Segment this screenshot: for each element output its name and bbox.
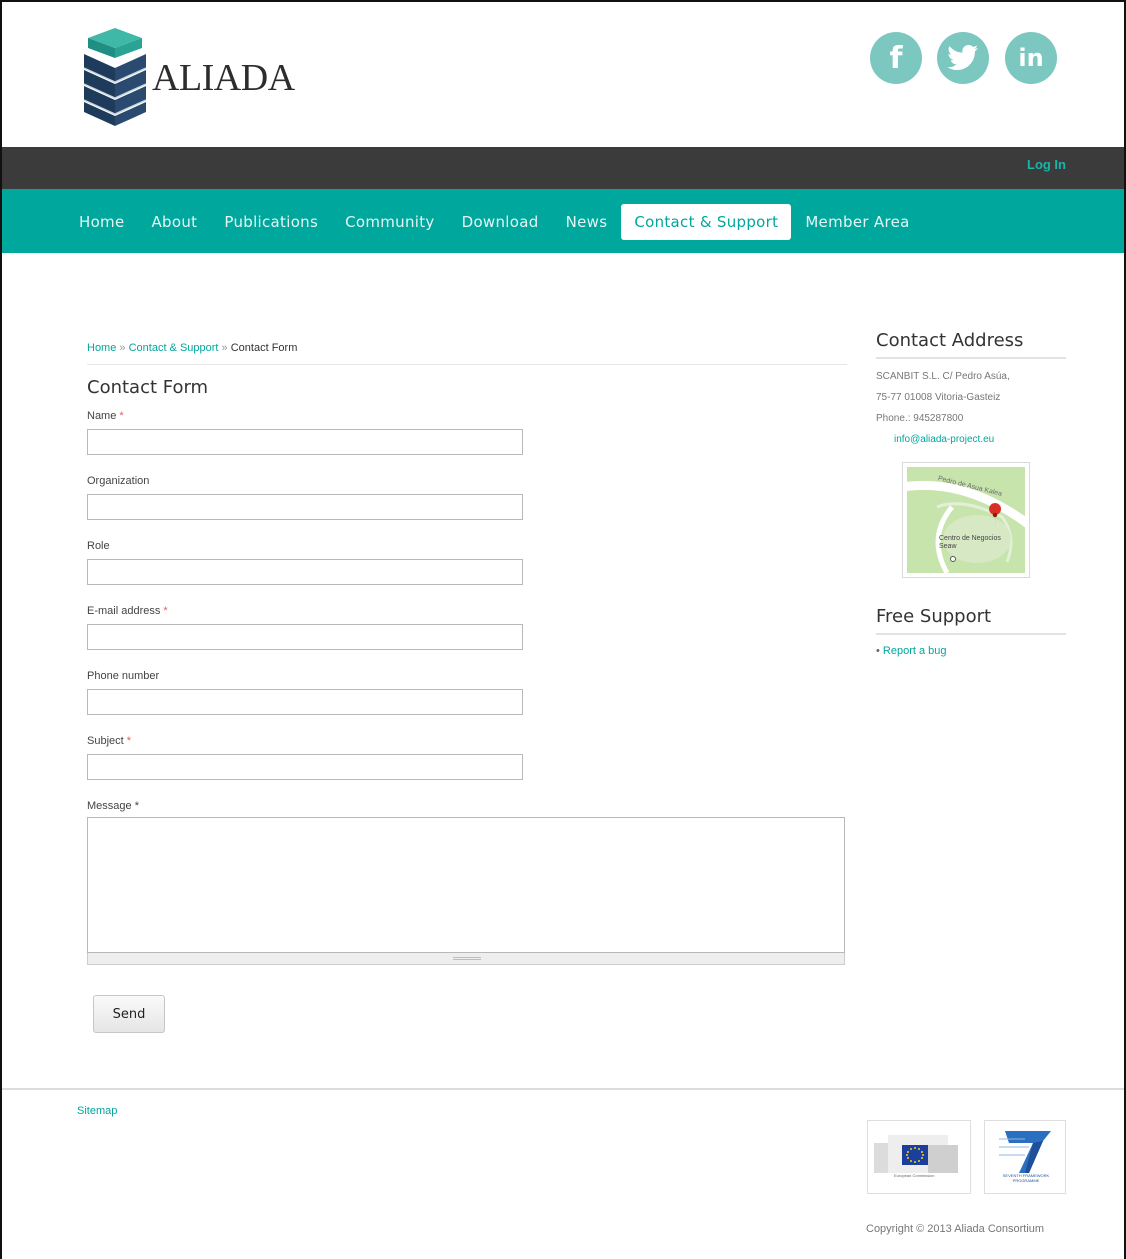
nav-item-news[interactable]: News <box>553 204 621 240</box>
send-button[interactable]: Send <box>93 995 165 1033</box>
european-commission-logo[interactable]: European Commission <box>867 1120 971 1194</box>
phone-input[interactable] <box>87 689 523 715</box>
site-logo[interactable]: ALIADA <box>82 28 312 128</box>
textarea-resize-grip[interactable] <box>87 953 845 965</box>
nav-item-member-area[interactable]: Member Area <box>792 204 922 240</box>
organization-label: Organization <box>87 475 150 487</box>
phone-field-group: Phone number <box>87 670 847 723</box>
contact-address: SCANBIT S.L. C/ Pedro Asúa, 75-77 01008 … <box>876 366 1066 450</box>
breadcrumb-current: Contact Form <box>230 342 298 354</box>
breadcrumb-home[interactable]: Home <box>87 342 116 354</box>
required-mark: * <box>126 735 132 747</box>
subject-input[interactable] <box>87 754 523 780</box>
fp7-label: SEVENTH FRAMEWORK PROGRAMME <box>1002 1173 1050 1183</box>
name-label: Name * <box>87 410 124 422</box>
breadcrumb-contact-support[interactable]: Contact & Support <box>129 342 219 354</box>
grip-lines-icon <box>453 957 481 960</box>
email-input[interactable] <box>87 624 523 650</box>
twitter-icon[interactable] <box>937 32 989 84</box>
nav-item-publications[interactable]: Publications <box>211 204 331 240</box>
nav-item-about[interactable]: About <box>139 204 211 240</box>
organization-field-group: Organization <box>87 475 847 528</box>
location-map[interactable]: Pedro de Asua Kalea Centro de Negocios S… <box>902 462 1030 578</box>
sitemap-link[interactable]: Sitemap <box>77 1105 117 1117</box>
nav-item-contact-support[interactable]: Contact & Support <box>621 204 792 240</box>
email-label: E-mail address * <box>87 605 168 617</box>
copyright-text: Copyright © 2013 Aliada Consortium <box>866 1223 1045 1235</box>
message-field-group: Message * <box>87 800 847 965</box>
facebook-icon[interactable]: f <box>870 32 922 84</box>
required-mark: * <box>134 800 139 812</box>
eu-flag-icon <box>874 1135 958 1173</box>
ec-label: European Commission <box>894 1173 935 1178</box>
main-content: Home » Contact & Support » Contact Form … <box>87 342 847 1033</box>
report-bug-link[interactable]: Report a bug <box>883 645 947 657</box>
top-bar: Log In <box>2 147 1124 189</box>
twitter-bird-icon <box>947 45 978 70</box>
message-textarea[interactable] <box>87 817 845 953</box>
address-line-2: 75-77 01008 Vitoria-Gasteiz <box>876 392 1001 403</box>
list-item: Report a bug <box>876 645 1066 657</box>
free-support-title: Free Support <box>876 606 1066 635</box>
footer-divider <box>2 1088 1124 1090</box>
contact-address-title: Contact Address <box>876 330 1066 359</box>
fp7-logo[interactable]: SEVENTH FRAMEWORK PROGRAMME <box>984 1120 1066 1194</box>
map-image: Pedro de Asua Kalea Centro de Negocios S… <box>907 467 1025 573</box>
nav-item-community[interactable]: Community <box>332 204 448 240</box>
aliada-logo-icon <box>83 28 147 126</box>
login-link[interactable]: Log In <box>1027 157 1066 172</box>
main-nav: Home About Publications Community Downlo… <box>2 189 1124 253</box>
email-field-group: E-mail address * <box>87 605 847 658</box>
phone-label: Phone number <box>87 670 160 682</box>
support-links: Report a bug <box>876 645 1066 657</box>
linkedin-icon[interactable]: in <box>1005 32 1057 84</box>
map-place-label: Centro de Negocios Seaw <box>939 535 1001 550</box>
fp7-seven-icon <box>999 1131 1051 1173</box>
subject-label: Subject * <box>87 735 132 747</box>
required-mark: * <box>163 605 168 617</box>
nav-item-download[interactable]: Download <box>449 204 552 240</box>
breadcrumb: Home » Contact & Support » Contact Form <box>87 342 847 365</box>
nav-item-home[interactable]: Home <box>66 204 138 240</box>
page-title: Contact Form <box>87 377 209 398</box>
message-label: Message * <box>87 800 139 812</box>
name-input[interactable] <box>87 429 523 455</box>
breadcrumb-separator: » <box>119 342 126 354</box>
organization-input[interactable] <box>87 494 523 520</box>
phone-number: Phone.: 945287800 <box>876 413 964 424</box>
role-label: Role <box>87 540 110 552</box>
role-field-group: Role <box>87 540 847 593</box>
site-header: ALIADA f in <box>2 2 1124 147</box>
subject-field-group: Subject * <box>87 735 847 788</box>
address-line-1: SCANBIT S.L. C/ Pedro Asúa, <box>876 371 1010 382</box>
name-field-group: Name * <box>87 410 847 463</box>
contact-email-link[interactable]: info@aliada-project.eu <box>894 429 1066 450</box>
role-input[interactable] <box>87 559 523 585</box>
sidebar: Contact Address SCANBIT S.L. C/ Pedro As… <box>876 330 1066 657</box>
breadcrumb-separator: » <box>221 342 228 354</box>
logo-text: ALIADA <box>152 57 295 99</box>
required-mark: * <box>119 410 124 422</box>
